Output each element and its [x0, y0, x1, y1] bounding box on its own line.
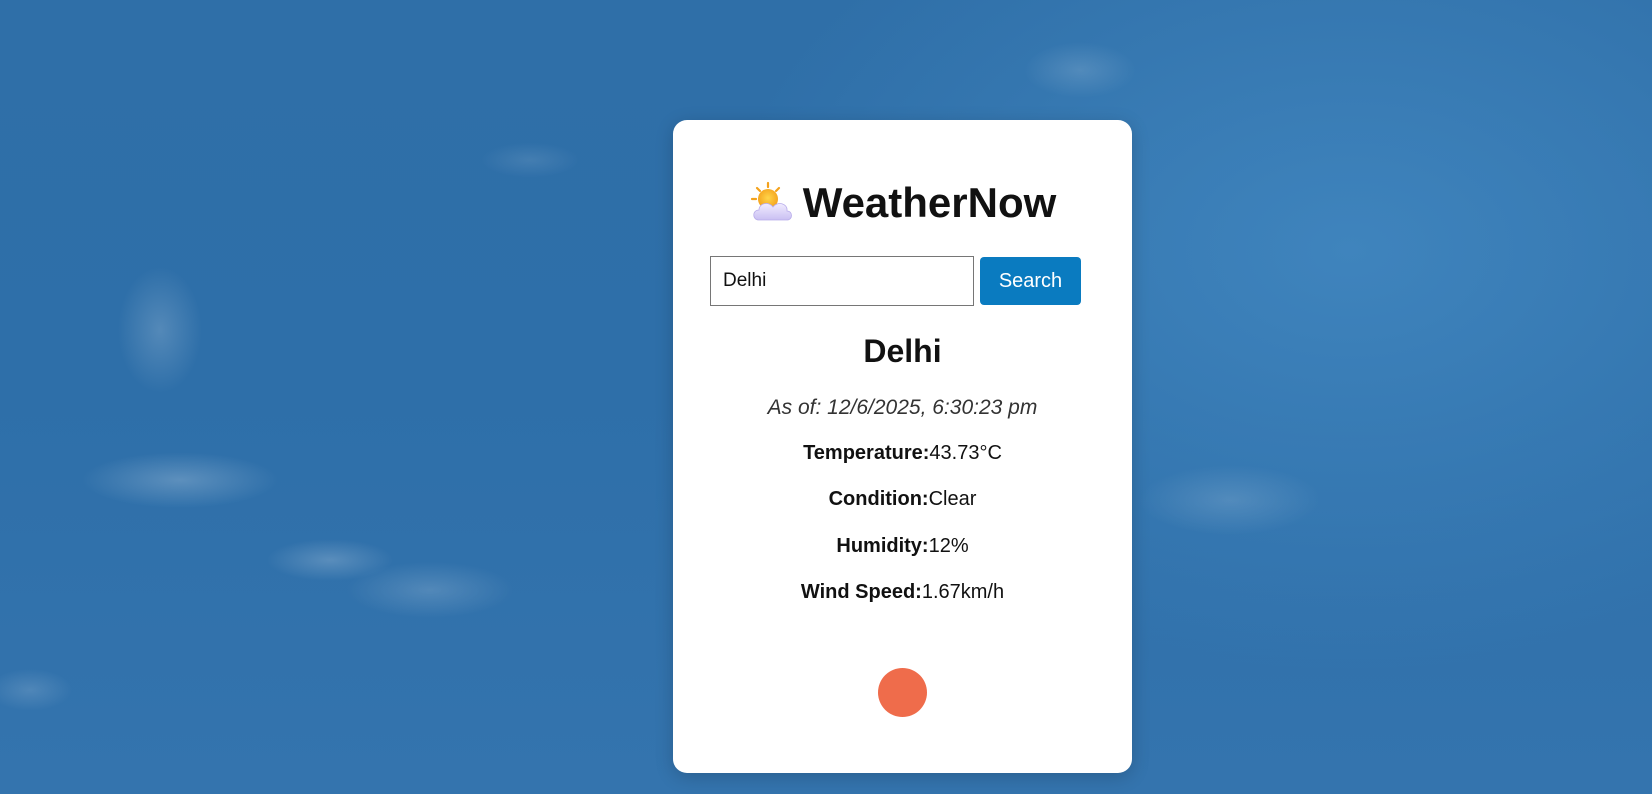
humidity-value: 12% — [928, 535, 969, 557]
app-title: WeatherNow — [802, 179, 1057, 226]
humidity-label: Humidity: — [836, 535, 929, 557]
city-search-input[interactable] — [710, 256, 974, 306]
temperature-label: Temperature: — [803, 442, 930, 464]
last-updated-timestamp: As of: 12/6/2025, 6:30:23 pm — [767, 396, 1038, 419]
condition-label: Condition: — [828, 488, 929, 510]
temperature-row: Temperature:43.73°C — [673, 442, 1132, 465]
wind-speed-label: Wind Speed: — [800, 581, 922, 603]
condition-value: Clear — [928, 488, 977, 510]
wind-speed-row: Wind Speed:1.67km/h — [673, 581, 1132, 604]
app-header: WeatherNow — [673, 180, 1132, 226]
sun-behind-cloud-icon — [749, 180, 795, 226]
loading-indicator — [878, 668, 927, 717]
condition-row: Condition:Clear — [673, 488, 1132, 511]
humidity-row: Humidity:12% — [673, 535, 1132, 558]
wind-speed-value: 1.67km/h — [921, 581, 1005, 603]
weather-card: WeatherNow Search Delhi As of: 12/6/2025… — [673, 120, 1132, 773]
search-button[interactable]: Search — [980, 257, 1081, 305]
temperature-value: 43.73°C — [929, 442, 1002, 464]
city-name: Delhi — [863, 333, 942, 369]
search-bar: Search — [710, 256, 1081, 306]
